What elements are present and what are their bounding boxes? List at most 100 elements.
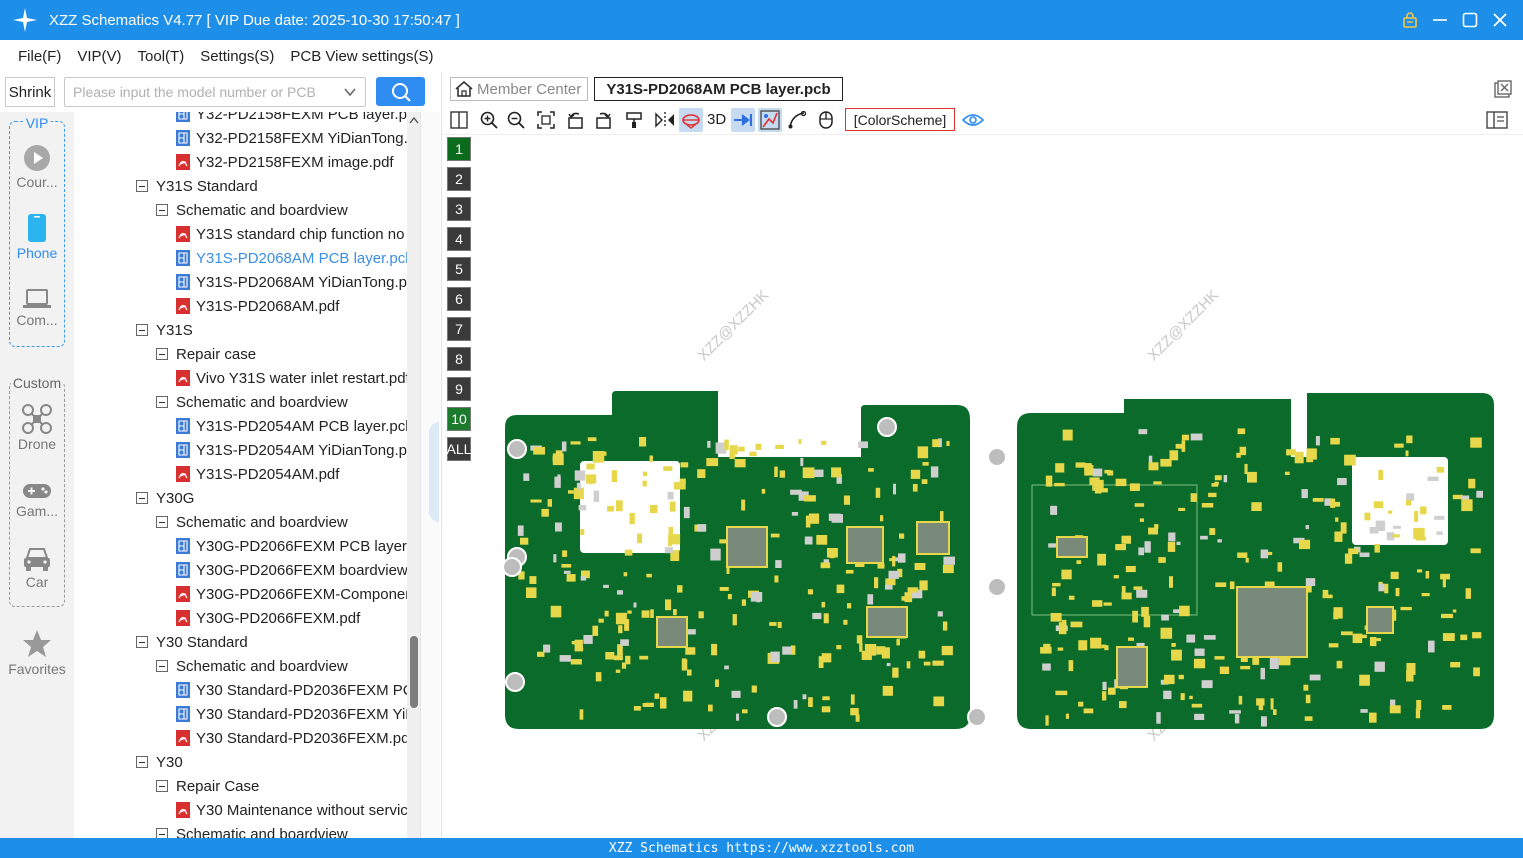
pcb-pad[interactable] xyxy=(761,488,766,494)
pcb-pad[interactable] xyxy=(1043,643,1051,648)
pcb-pad[interactable] xyxy=(1103,602,1112,606)
panel-splitter[interactable] xyxy=(420,112,440,838)
pcb-pad[interactable] xyxy=(561,441,567,452)
pcb-pad[interactable] xyxy=(1164,674,1175,685)
pcb-pad[interactable] xyxy=(585,474,597,484)
pcb-pad[interactable] xyxy=(604,610,609,617)
pcb-pad[interactable] xyxy=(1178,507,1186,511)
pcb-pad[interactable] xyxy=(1143,615,1151,628)
pcb-pad[interactable] xyxy=(808,513,820,524)
paint-brush-icon[interactable] xyxy=(622,108,646,132)
pcb-pad[interactable] xyxy=(1190,433,1203,441)
rotate-left-icon[interactable] xyxy=(564,108,588,132)
pcb-pad[interactable] xyxy=(893,483,896,495)
pcb-pad[interactable] xyxy=(741,499,746,511)
pcb-pad[interactable] xyxy=(1341,631,1353,636)
pcb-pad[interactable] xyxy=(1180,693,1185,701)
pcb-pad[interactable] xyxy=(1256,698,1265,706)
tree-folder[interactable]: Schematic and boardview xyxy=(156,822,348,838)
pcb-chip[interactable] xyxy=(726,526,768,568)
pcb-pad[interactable] xyxy=(940,511,944,522)
pcb-pad[interactable] xyxy=(643,471,648,477)
layer-button[interactable]: 4 xyxy=(447,227,471,251)
pcb-pad[interactable] xyxy=(1163,690,1172,700)
pcb-pad[interactable] xyxy=(808,697,813,707)
pcb-pad[interactable] xyxy=(1369,637,1377,647)
pcb-pad[interactable] xyxy=(1160,627,1173,639)
pcb-pad[interactable] xyxy=(774,466,778,477)
pcb-pad[interactable] xyxy=(1078,640,1088,651)
pcb-pad[interactable] xyxy=(1133,586,1143,590)
pcb-pad[interactable] xyxy=(1156,712,1161,724)
scroll-up-icon[interactable] xyxy=(409,116,419,124)
pcb-pad[interactable] xyxy=(1219,666,1230,674)
search-button[interactable] xyxy=(376,77,425,106)
pcb-pad[interactable] xyxy=(777,621,782,628)
pcb-pad[interactable] xyxy=(1260,549,1269,559)
pcb-pad[interactable] xyxy=(914,563,926,570)
pcb-pad[interactable] xyxy=(727,594,732,600)
pcb-pad[interactable] xyxy=(729,445,738,455)
pcb-pad[interactable] xyxy=(1395,587,1400,597)
pcb-pad[interactable] xyxy=(592,625,599,636)
pcb-pad[interactable] xyxy=(1194,648,1205,656)
pcb-pad[interactable] xyxy=(1369,712,1377,723)
pcb-pad[interactable] xyxy=(667,491,674,500)
pcb-pad[interactable] xyxy=(654,693,660,699)
pcb-pad[interactable] xyxy=(642,703,653,707)
pcb-pad[interactable] xyxy=(1400,606,1412,611)
pcb-pad[interactable] xyxy=(523,473,530,481)
pcb-pad[interactable] xyxy=(1441,613,1453,619)
pcb-pad[interactable] xyxy=(1406,435,1413,444)
pcb-pad[interactable] xyxy=(1158,557,1166,563)
pcb-pad[interactable] xyxy=(742,709,748,714)
layer-button[interactable]: 5 xyxy=(447,257,471,281)
pcb-pad[interactable] xyxy=(850,694,855,705)
pcb-pad[interactable] xyxy=(1461,499,1473,512)
tree-file[interactable]: Y31S-PD2054AM PCB layer.pcb xyxy=(176,414,407,438)
collapse-toggle-icon[interactable] xyxy=(156,660,168,672)
tree-file[interactable]: Y31S-PD2068AM.pdf xyxy=(176,294,339,318)
pcb-pad[interactable] xyxy=(1421,593,1430,597)
pcb-pad[interactable] xyxy=(1420,506,1427,515)
pcb-pad[interactable] xyxy=(1076,560,1082,564)
pcb-pad[interactable] xyxy=(1168,532,1176,542)
pcb-pad[interactable] xyxy=(618,625,623,634)
pcb-pad[interactable] xyxy=(624,549,633,556)
tree-file[interactable]: Y32-PD2158FEXM YiDianTong.pcb xyxy=(176,126,407,150)
pcb-pad[interactable] xyxy=(710,548,721,561)
pcb-pad[interactable] xyxy=(1050,505,1058,515)
nav-item-gaming[interactable]: Gam... xyxy=(0,481,74,519)
pcb-pad[interactable] xyxy=(1068,595,1075,600)
pcb-pad[interactable] xyxy=(624,619,630,631)
pcb-pad[interactable] xyxy=(579,709,584,720)
pcb-pad[interactable] xyxy=(633,706,641,711)
pcb-pad[interactable] xyxy=(1322,589,1329,598)
pcb-pad[interactable] xyxy=(930,466,939,478)
pcb-pad[interactable] xyxy=(1375,520,1386,531)
pcb-pad[interactable] xyxy=(750,592,763,602)
nav-item-drone[interactable]: Drone xyxy=(0,404,74,452)
tree-folder[interactable]: Y31S Standard xyxy=(136,174,258,198)
color-scheme-button[interactable]: [ColorScheme] xyxy=(845,108,955,131)
collapse-toggle-icon[interactable] xyxy=(156,828,168,838)
pcb-pad[interactable] xyxy=(843,495,850,505)
tree-file[interactable]: Y31S-PD2068AM PCB layer.pcb xyxy=(176,246,407,270)
pcb-pad[interactable] xyxy=(1337,478,1347,486)
pcb-pad[interactable] xyxy=(791,512,798,516)
pcb-pad[interactable] xyxy=(1171,649,1182,661)
pcb-pad[interactable] xyxy=(882,685,893,696)
pcb-pad[interactable] xyxy=(790,489,802,495)
pcb-pad[interactable] xyxy=(923,661,931,666)
tree-file[interactable]: Y32-PD2158FEXM PCB layer.pcb xyxy=(176,112,407,126)
pcb-pad[interactable] xyxy=(526,587,537,598)
collapse-toggle-icon[interactable] xyxy=(156,396,168,408)
pcb-pad[interactable] xyxy=(921,479,928,484)
pcb-pad[interactable] xyxy=(1148,527,1158,535)
pcb-pad[interactable] xyxy=(1115,478,1127,487)
pcb-pad[interactable] xyxy=(669,501,676,512)
pcb-pad[interactable] xyxy=(1138,547,1144,556)
pcb-board-render[interactable] xyxy=(477,137,1517,837)
pcb-pad[interactable] xyxy=(821,601,826,608)
nav-item-favorites[interactable]: Favorites xyxy=(0,629,74,677)
